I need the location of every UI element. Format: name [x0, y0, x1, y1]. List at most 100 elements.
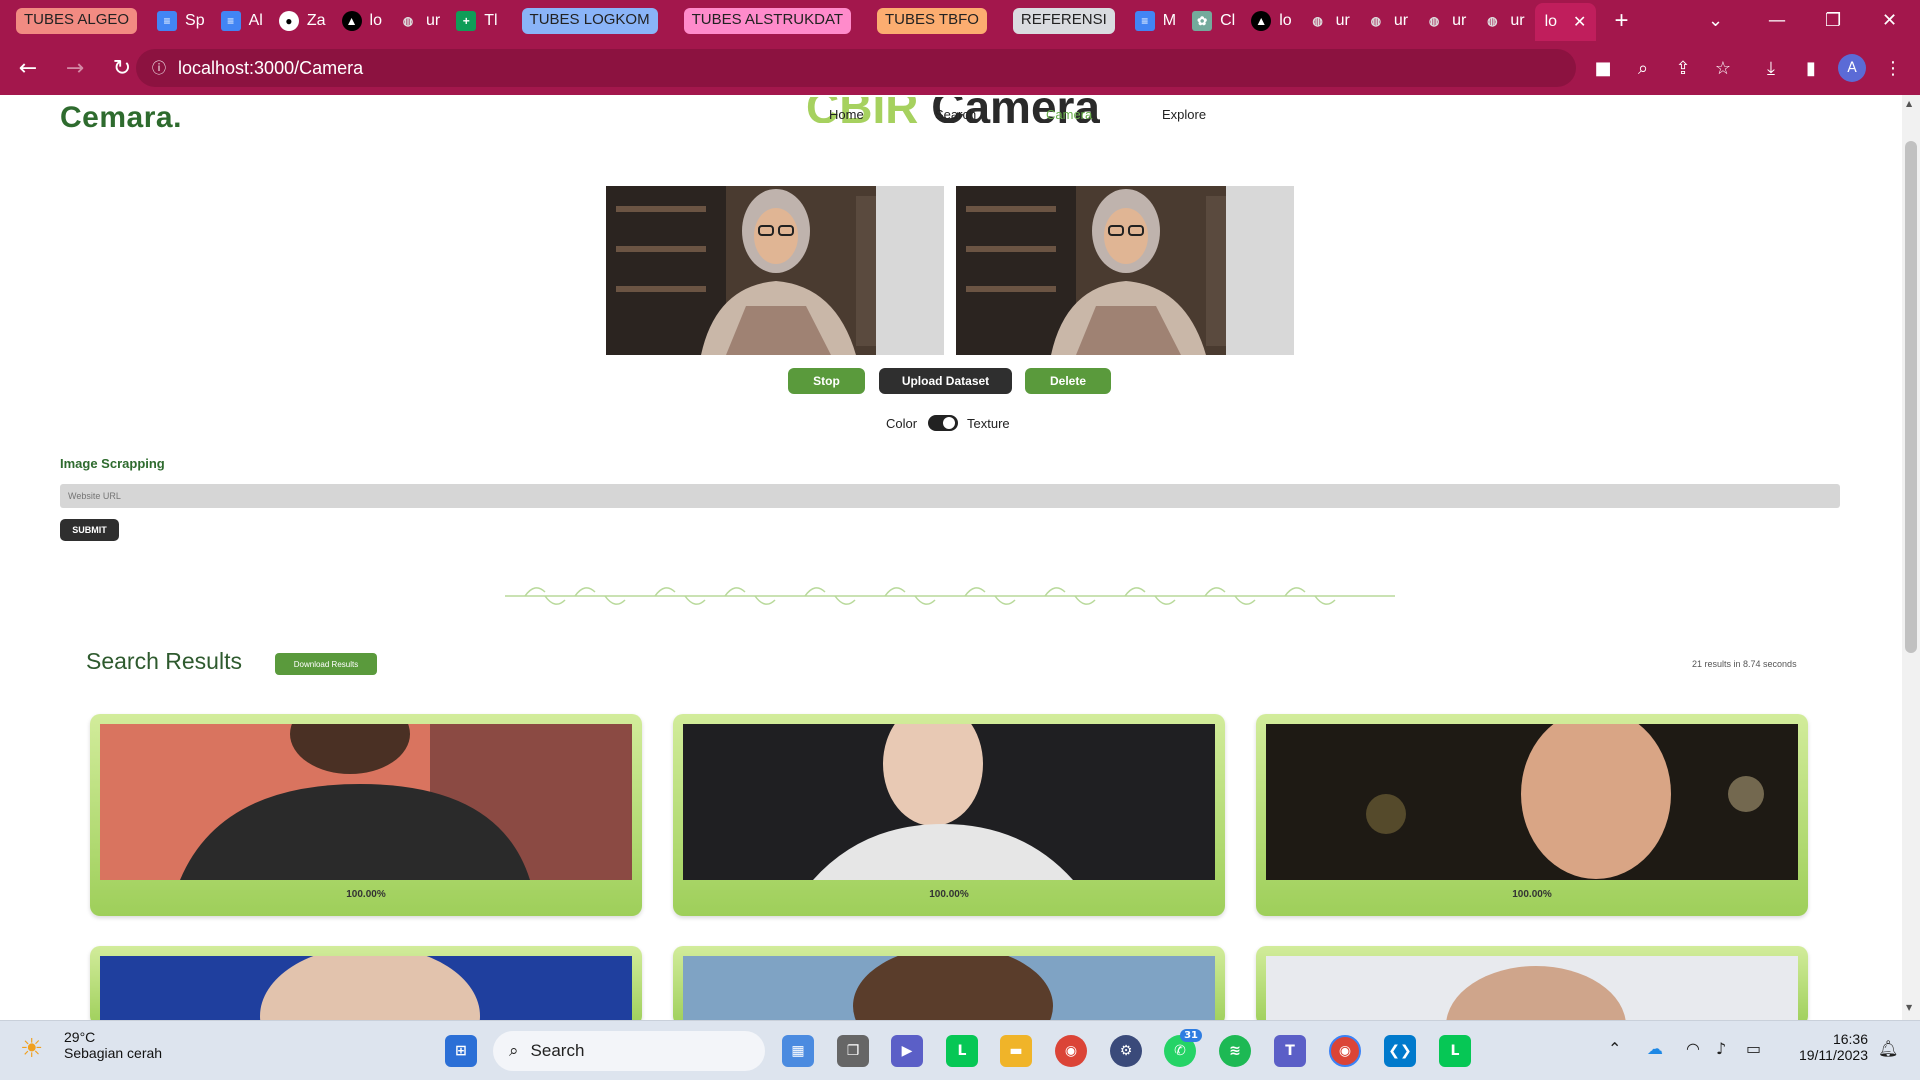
profile-avatar[interactable]: A: [1838, 54, 1866, 82]
taskbar-search[interactable]: ⌕ Search: [493, 1031, 765, 1071]
new-tab-icon[interactable]: +: [1608, 6, 1634, 36]
side-panel-icon[interactable]: ▮: [1797, 54, 1825, 82]
tab[interactable]: ▲ lo: [1245, 6, 1297, 36]
bookmark-star-icon[interactable]: ☆: [1709, 54, 1737, 82]
task-view-icon[interactable]: ❐: [837, 1035, 869, 1067]
tab-title: ur: [1335, 11, 1350, 29]
tab[interactable]: ≡ Sp: [151, 6, 211, 36]
tab[interactable]: ◍ ur: [1360, 6, 1414, 36]
result-card[interactable]: 100.00%: [673, 714, 1225, 916]
tab[interactable]: ≡ M: [1129, 6, 1182, 36]
color-texture-toggle[interactable]: [928, 415, 958, 431]
tab-group-label: TUBES TBFO: [885, 10, 979, 28]
docs-icon: ≡: [157, 10, 178, 31]
tab-search-icon[interactable]: ⌄: [1708, 0, 1723, 41]
page-scrollbar[interactable]: ▲ ▼: [1902, 95, 1920, 1020]
tab-group-logkom[interactable]: TUBES LOGKOM: [521, 7, 658, 34]
time: 16:36: [1832, 1031, 1868, 1047]
widgets-icon[interactable]: ▦: [782, 1035, 814, 1067]
tab-title: ur: [1452, 11, 1467, 29]
tab-strip: TUBES ALGEO ≡ Sp ≡ Al ● Za ▲ lo ◍ ur + Tl TUBE…: [0, 0, 1920, 41]
nav-search[interactable]: Search: [935, 107, 976, 122]
tab-group-label: TUBES ALGEO: [24, 10, 130, 28]
chrome-icon[interactable]: ◉: [1055, 1035, 1087, 1067]
volume-icon[interactable]: ♪: [1716, 1039, 1726, 1058]
nav-explore[interactable]: Explore: [1162, 107, 1206, 122]
tab[interactable]: ✿ Cl: [1186, 6, 1241, 36]
tab[interactable]: ▲ lo: [336, 6, 388, 36]
spotify-icon[interactable]: ≋: [1219, 1035, 1251, 1067]
tab[interactable]: ◍ ur: [392, 6, 446, 36]
battery-icon[interactable]: ▭: [1746, 1039, 1761, 1058]
result-card[interactable]: 100.00%: [90, 714, 642, 916]
result-card[interactable]: 100.00%: [1256, 714, 1808, 916]
taskbar: ☀ 29°C Sebagian cerah ⊞ ⌕ Search ▦ ❐ ▶ L …: [0, 1020, 1920, 1080]
scroll-down-icon[interactable]: ▼: [1906, 1003, 1912, 1012]
settings-app-icon[interactable]: ⚙: [1110, 1035, 1142, 1067]
forward-icon[interactable]: →: [55, 48, 95, 88]
tab-group-tbfo[interactable]: TUBES TBFO: [877, 7, 987, 34]
tab-group-label: REFERENSI: [1020, 10, 1107, 28]
restore-icon[interactable]: ❐: [1825, 0, 1841, 41]
line-icon[interactable]: L: [946, 1035, 978, 1067]
tab-title: Cl: [1220, 11, 1236, 29]
tab-group-referensi[interactable]: REFERENSI: [1012, 7, 1115, 34]
zoom-icon[interactable]: ⌕: [1629, 54, 1657, 82]
url-field[interactable]: ⓘ localhost:3000/Camera: [136, 49, 1576, 87]
site-logo[interactable]: Cemara.: [60, 101, 182, 135]
search-icon: ⌕: [509, 1041, 519, 1060]
camera-icon[interactable]: ■: [1589, 54, 1617, 82]
download-results-button[interactable]: Download Results: [275, 653, 377, 675]
chrome-profile-icon[interactable]: ◉: [1329, 1035, 1361, 1067]
nav-home[interactable]: Home: [829, 107, 864, 122]
upload-dataset-button[interactable]: Upload Dataset: [879, 368, 1012, 394]
tab-group-algeo[interactable]: TUBES ALGEO: [16, 7, 138, 34]
nav-camera[interactable]: Camera: [1046, 107, 1092, 122]
share-icon[interactable]: ⇪: [1669, 54, 1697, 82]
whatsapp-icon[interactable]: ✆ 31: [1164, 1029, 1202, 1067]
tab[interactable]: ◍ ur: [1476, 6, 1530, 36]
tab-title: lo: [1544, 13, 1558, 30]
weather-widget[interactable]: ☀ 29°C Sebagian cerah: [20, 1029, 162, 1063]
line-app-icon[interactable]: L: [1439, 1035, 1471, 1067]
teams-icon[interactable]: T: [1274, 1035, 1306, 1067]
tab-group-label: TUBES LOGKOM: [529, 10, 650, 28]
tab-group-alstrukdat[interactable]: TUBES ALSTRUKDAT: [683, 7, 851, 34]
start-icon[interactable]: ⊞: [445, 1035, 477, 1067]
result-card[interactable]: [1256, 946, 1808, 1020]
weather-icon: ☀: [20, 1033, 44, 1063]
minimize-icon[interactable]: —: [1768, 0, 1786, 41]
file-explorer-icon[interactable]: ▬: [1000, 1035, 1032, 1067]
clock[interactable]: 16:36 19/11/2023: [1788, 1031, 1868, 1063]
vscode-icon[interactable]: ❮❯: [1384, 1035, 1416, 1067]
scroll-up-icon[interactable]: ▲: [1906, 99, 1912, 108]
meet-icon[interactable]: ▶: [891, 1035, 923, 1067]
result-card[interactable]: [90, 946, 642, 1020]
captured-photo: [956, 186, 1294, 355]
close-window-icon[interactable]: ✕: [1882, 0, 1897, 41]
stop-button[interactable]: Stop: [788, 368, 865, 394]
globe-icon: ◍: [1312, 13, 1323, 28]
close-tab-icon[interactable]: ✕: [1573, 12, 1586, 32]
scroll-thumb[interactable]: [1905, 141, 1917, 653]
submit-button[interactable]: SUBMIT: [60, 519, 119, 541]
tab-title: ur: [1510, 11, 1525, 29]
website-url-input[interactable]: [60, 484, 1840, 508]
tab[interactable]: ◍ ur: [1302, 6, 1356, 36]
download-icon[interactable]: ⤓: [1757, 54, 1785, 82]
menu-icon[interactable]: ⋮: [1879, 54, 1907, 82]
result-card[interactable]: [673, 946, 1225, 1020]
tab-active[interactable]: lo ✕: [1534, 3, 1597, 41]
vine-divider: [505, 587, 1395, 605]
notification-bell-icon[interactable]: 🔔︎: [1878, 1039, 1898, 1058]
delete-button[interactable]: Delete: [1025, 368, 1111, 394]
onedrive-icon[interactable]: ☁: [1647, 1039, 1663, 1058]
tray-chevron-icon[interactable]: ⌃: [1608, 1039, 1621, 1058]
tab[interactable]: + Tl: [450, 6, 503, 36]
tab[interactable]: ◍ ur: [1418, 6, 1472, 36]
back-icon[interactable]: ←: [8, 48, 48, 88]
tab[interactable]: ● Za: [273, 6, 332, 36]
wifi-icon[interactable]: ◠: [1686, 1039, 1700, 1058]
tab-title: Al: [248, 11, 263, 29]
tab[interactable]: ≡ Al: [215, 6, 269, 36]
